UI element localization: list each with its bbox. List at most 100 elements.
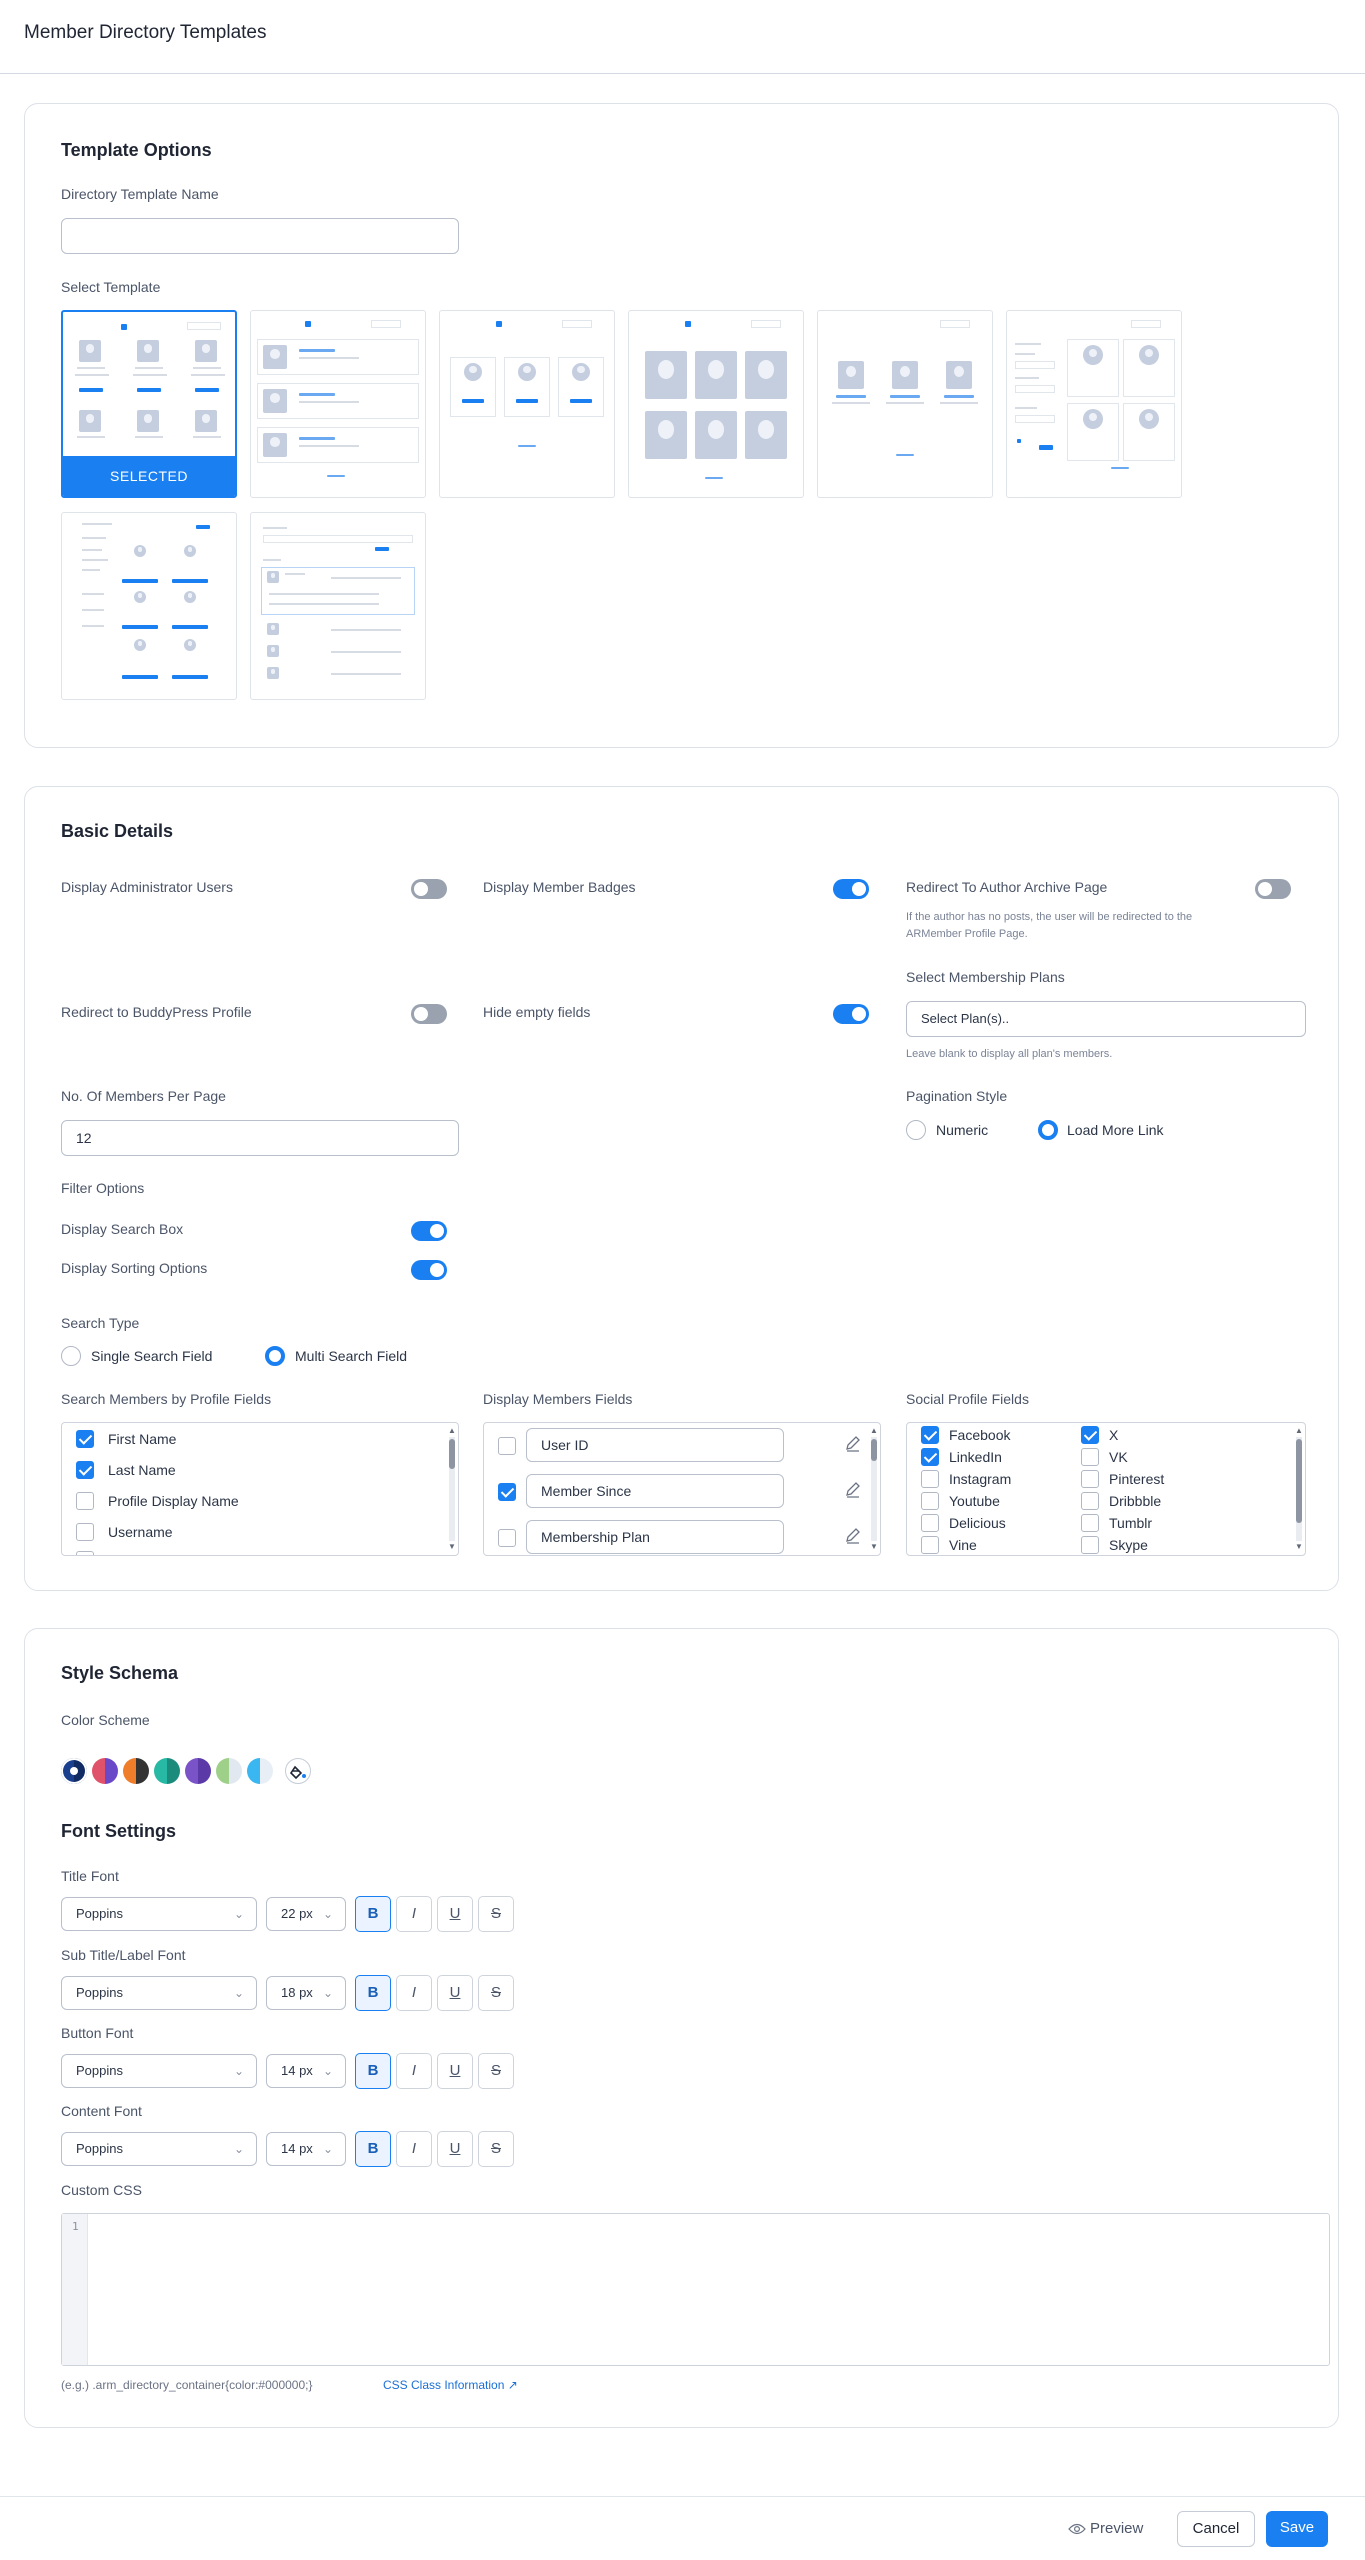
social-vine-checkbox[interactable] <box>921 1536 939 1554</box>
social-x-checkbox[interactable] <box>1081 1426 1099 1444</box>
template-thumbnail-3[interactable] <box>439 310 615 498</box>
color-scheme-swatch-6[interactable] <box>216 1758 242 1784</box>
content-fontitalic-button[interactable]: I <box>396 2131 432 2167</box>
social-dribbble-checkbox[interactable] <box>1081 1492 1099 1510</box>
multi-search-radio[interactable] <box>265 1346 285 1366</box>
display-field-user-id-input[interactable]: User ID <box>526 1428 784 1462</box>
color-scheme-swatch-7[interactable] <box>247 1758 273 1784</box>
scroll-down-arrow[interactable]: ▼ <box>1295 1542 1303 1551</box>
pagination-load-more-radio[interactable] <box>1038 1120 1058 1140</box>
button-fontsize-select[interactable]: 14 px ⌄ <box>266 2054 346 2088</box>
color-scheme-swatch-3[interactable] <box>123 1758 149 1784</box>
display-field-membership-plan-input[interactable]: Membership Plan <box>526 1520 784 1554</box>
content-fontfamily-value: Poppins <box>76 2141 123 2156</box>
display-field-member-since-input[interactable]: Member Since <box>526 1474 784 1508</box>
social-pinterest-checkbox[interactable] <box>1081 1470 1099 1488</box>
template-thumbnail-8[interactable] <box>250 512 426 700</box>
sub-title-label-fontbold-button[interactable]: B <box>355 1975 391 2011</box>
search-field-first-name-checkbox[interactable] <box>76 1430 94 1448</box>
save-button[interactable]: Save <box>1266 2511 1328 2547</box>
content-fontstrikethrough-button[interactable]: S <box>478 2131 514 2167</box>
search-field-username-checkbox[interactable] <box>76 1523 94 1541</box>
button-fontstrikethrough-button[interactable]: S <box>478 2053 514 2089</box>
color-scheme-swatch-1[interactable] <box>61 1758 87 1784</box>
preview-button[interactable]: Preview <box>1066 2511 1146 2547</box>
redirect-author-archive-label: Redirect To Author Archive Page <box>906 879 1108 895</box>
social-youtube-checkbox[interactable] <box>921 1492 939 1510</box>
button-fontfamily-value: Poppins <box>76 2063 123 2078</box>
social-delicious-checkbox[interactable] <box>921 1514 939 1532</box>
search-field-last-name-checkbox[interactable] <box>76 1461 94 1479</box>
display-fields-scrollbar[interactable] <box>871 1437 877 1541</box>
content-fontfamily-select[interactable]: Poppins ⌄ <box>61 2132 257 2166</box>
social-fields-scrollbar[interactable] <box>1296 1437 1302 1541</box>
title-fontbold-button[interactable]: B <box>355 1896 391 1932</box>
sub-title-label-fontstrikethrough-button[interactable]: S <box>478 1975 514 2011</box>
edit-pencil-icon[interactable] <box>844 1527 862 1545</box>
membership-plans-select[interactable]: Select Plan(s).. <box>906 1001 1306 1037</box>
sub-title-label-fontfamily-select[interactable]: Poppins ⌄ <box>61 1976 257 2010</box>
display-search-box-toggle[interactable] <box>411 1221 447 1241</box>
color-scheme-swatch-5[interactable] <box>185 1758 211 1784</box>
social-linkedin-checkbox[interactable] <box>921 1448 939 1466</box>
title-fontstrikethrough-button[interactable]: S <box>478 1896 514 1932</box>
redirect-author-archive-toggle[interactable] <box>1255 879 1291 899</box>
social-skype-checkbox[interactable] <box>1081 1536 1099 1554</box>
display-field-user-id-checkbox[interactable] <box>498 1437 516 1455</box>
search-fields-scrollbar[interactable] <box>449 1437 455 1541</box>
content-fontsize-select[interactable]: 14 px ⌄ <box>266 2132 346 2166</box>
pagination-numeric-radio[interactable] <box>906 1120 926 1140</box>
content-fontunderline-button[interactable]: U <box>437 2131 473 2167</box>
css-class-info-link[interactable]: CSS Class Information ↗ <box>383 2377 518 2394</box>
title-fontsize-select[interactable]: 22 px ⌄ <box>266 1897 346 1931</box>
filter-options-label: Filter Options <box>61 1180 145 1196</box>
display-field-membership-plan-checkbox[interactable] <box>498 1529 516 1547</box>
edit-pencil-icon[interactable] <box>844 1435 862 1453</box>
display-member-badges-toggle[interactable] <box>833 879 869 899</box>
template-thumbnail-4[interactable] <box>628 310 804 498</box>
scroll-up-arrow[interactable]: ▲ <box>870 1426 878 1435</box>
button-fontbold-button[interactable]: B <box>355 2053 391 2089</box>
color-scheme-swatch-4[interactable] <box>154 1758 180 1784</box>
display-admin-users-toggle[interactable] <box>411 879 447 899</box>
title-fontsize-value: 22 px <box>281 1906 313 1921</box>
title-fontitalic-button[interactable]: I <box>396 1896 432 1932</box>
hide-empty-fields-toggle[interactable] <box>833 1004 869 1024</box>
display-sorting-options-toggle[interactable] <box>411 1260 447 1280</box>
color-scheme-swatch-2[interactable] <box>92 1758 118 1784</box>
custom-css-editor[interactable]: 1 <box>61 2213 1330 2366</box>
template-thumbnail-1[interactable]: SELECTED <box>61 310 237 498</box>
search-field-display-name-checkbox[interactable] <box>76 1492 94 1510</box>
redirect-buddypress-toggle[interactable] <box>411 1004 447 1024</box>
scroll-down-arrow[interactable]: ▼ <box>870 1542 878 1551</box>
edit-pencil-icon[interactable] <box>844 1481 862 1499</box>
title-fontunderline-button[interactable]: U <box>437 1896 473 1932</box>
social-tumblr-checkbox[interactable] <box>1081 1514 1099 1532</box>
template-thumbnail-6[interactable] <box>1006 310 1182 498</box>
custom-color-paint-icon[interactable] <box>285 1758 311 1784</box>
scroll-down-arrow[interactable]: ▼ <box>448 1542 456 1551</box>
display-field-member-since-checkbox[interactable] <box>498 1483 516 1501</box>
single-search-radio[interactable] <box>61 1346 81 1366</box>
scroll-up-arrow[interactable]: ▲ <box>448 1426 456 1435</box>
cancel-button[interactable]: Cancel <box>1177 2511 1255 2547</box>
template-thumbnail-5[interactable] <box>817 310 993 498</box>
template-thumbnail-2[interactable] <box>250 310 426 498</box>
scroll-up-arrow[interactable]: ▲ <box>1295 1426 1303 1435</box>
display-fields-list: User ID Member Since Membership Plan ▲ ▼ <box>483 1422 881 1556</box>
sub-title-label-fontitalic-button[interactable]: I <box>396 1975 432 2011</box>
button-fontunderline-button[interactable]: U <box>437 2053 473 2089</box>
button-fontitalic-button[interactable]: I <box>396 2053 432 2089</box>
content-fontbold-button[interactable]: B <box>355 2131 391 2167</box>
sub-title-label-fontunderline-button[interactable]: U <box>437 1975 473 2011</box>
template-thumbnail-7[interactable] <box>61 512 237 700</box>
social-vk-checkbox[interactable] <box>1081 1448 1099 1466</box>
members-per-page-input[interactable]: 12 <box>61 1120 459 1156</box>
search-field-next-checkbox[interactable] <box>76 1551 94 1555</box>
social-facebook-checkbox[interactable] <box>921 1426 939 1444</box>
sub-title-label-fontsize-select[interactable]: 18 px ⌄ <box>266 1976 346 2010</box>
title-fontfamily-select[interactable]: Poppins ⌄ <box>61 1897 257 1931</box>
button-fontfamily-select[interactable]: Poppins ⌄ <box>61 2054 257 2088</box>
social-instagram-checkbox[interactable] <box>921 1470 939 1488</box>
template-name-input[interactable] <box>61 218 459 254</box>
